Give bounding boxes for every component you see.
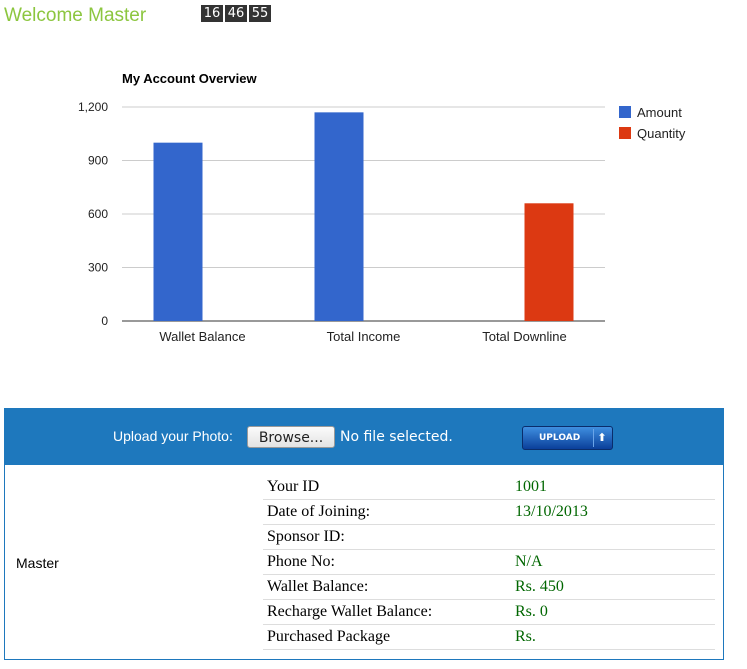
row-value: 1001 xyxy=(511,475,715,500)
account-overview-chart: My Account Overview 0 300 600 900 1,200 Wall… xyxy=(78,71,686,344)
x-tick-label: Total Income xyxy=(327,329,401,344)
y-tick-label: 1,200 xyxy=(78,100,108,114)
row-value: Rs. xyxy=(511,624,715,650)
upload-button-label: UPLOAD xyxy=(539,433,581,443)
table-row: Phone No: N/A xyxy=(263,549,715,575)
x-tick-label: Wallet Balance xyxy=(159,329,245,344)
row-label: Your ID xyxy=(263,475,511,500)
bar xyxy=(314,112,364,321)
profile-username: Master xyxy=(16,555,59,571)
legend-swatch xyxy=(619,127,631,139)
y-tick-label: 0 xyxy=(101,314,108,328)
row-value xyxy=(511,524,715,550)
row-value: Rs. 0 xyxy=(511,599,715,625)
chart-title: My Account Overview xyxy=(122,71,258,86)
row-label: Wallet Balance: xyxy=(263,574,511,600)
row-value: N/A xyxy=(511,549,715,575)
table-row: Sponsor ID: xyxy=(263,524,715,550)
y-tick-label: 900 xyxy=(88,154,108,168)
legend-label: Quantity xyxy=(637,126,686,141)
clock-hours: 16 xyxy=(201,5,223,22)
row-label: Phone No: xyxy=(263,549,511,575)
upload-arrow-icon: ⬆ xyxy=(593,429,610,447)
row-label: Sponsor ID: xyxy=(263,524,511,550)
y-tick-label: 600 xyxy=(88,207,108,221)
clock: 16 46 55 xyxy=(201,5,271,22)
upload-button[interactable]: UPLOAD ⬆ xyxy=(522,426,613,450)
table-row: Wallet Balance: Rs. 450 xyxy=(263,574,715,600)
table-row: Purchased Package Rs. xyxy=(263,624,715,650)
row-label: Purchased Package xyxy=(263,624,511,650)
bar xyxy=(524,203,574,321)
legend-label: Amount xyxy=(637,105,682,120)
bar xyxy=(153,142,203,321)
clock-seconds: 55 xyxy=(249,5,271,22)
row-value: 13/10/2013 xyxy=(511,499,715,525)
welcome-title: Welcome Master xyxy=(4,5,147,26)
row-value: Rs. 450 xyxy=(511,574,715,600)
upload-photo-label: Upload your Photo: xyxy=(113,428,233,444)
browse-button[interactable]: Browse... xyxy=(247,426,335,448)
table-row: Recharge Wallet Balance: Rs. 0 xyxy=(263,599,715,625)
row-label: Recharge Wallet Balance: xyxy=(263,599,511,625)
profile-details-table: Your ID 1001 Date of Joining: 13/10/2013 S… xyxy=(263,475,715,650)
table-row: Your ID 1001 xyxy=(263,475,715,500)
profile-panel: Master Your ID 1001 Date of Joining: 13/10… xyxy=(4,465,724,660)
clock-minutes: 46 xyxy=(225,5,247,22)
legend-swatch xyxy=(619,106,631,118)
row-label: Date of Joining: xyxy=(263,499,511,525)
table-row: Date of Joining: 13/10/2013 xyxy=(263,499,715,525)
x-tick-label: Total Downline xyxy=(482,329,567,344)
file-status: No file selected. xyxy=(340,429,453,445)
y-tick-label: 300 xyxy=(88,261,108,275)
upload-bar: Upload your Photo: Browse... No file sel… xyxy=(4,408,724,465)
